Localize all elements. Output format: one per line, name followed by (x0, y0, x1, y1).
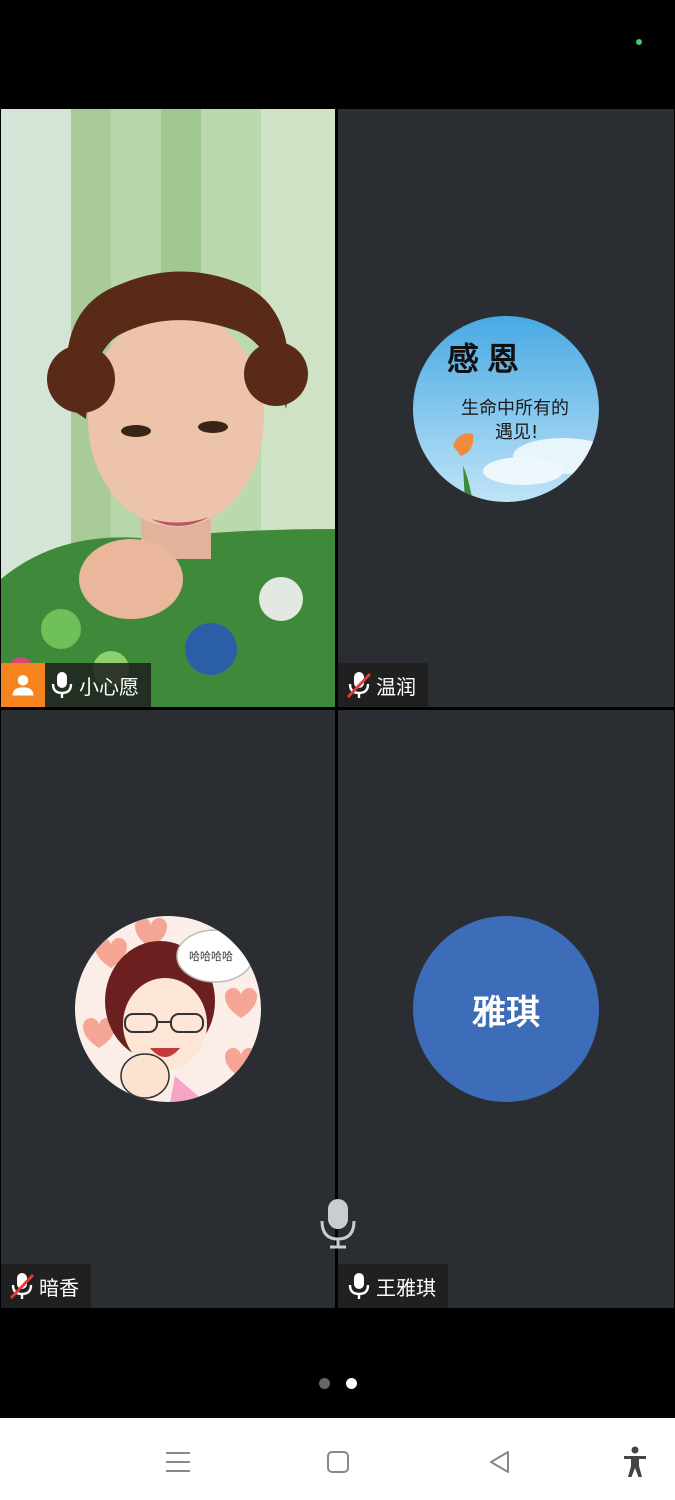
participant-label-3: 暗香 (1, 1264, 91, 1308)
video-grid: 小心愿 感恩 生命中所有的 遇见! 温润 哈哈哈哈 暗香 雅琪 王雅琪 (0, 108, 675, 1308)
mic-muted-icon (342, 663, 376, 707)
mic-on-icon (342, 1264, 376, 1308)
status-bar (0, 0, 675, 108)
page-dot-1[interactable] (318, 1378, 330, 1389)
participant-name: 暗香 (39, 1275, 79, 1300)
avatar-line1-text: 生命中所有的 (461, 398, 569, 419)
participant-video-feed (1, 109, 335, 707)
home-square-icon[interactable] (318, 1442, 358, 1482)
menu-icon[interactable] (158, 1442, 198, 1482)
system-navigation-bar (0, 1418, 675, 1500)
participant-avatar: 感恩 生命中所有的 遇见! (413, 316, 599, 502)
page-indicator (0, 1378, 675, 1390)
participant-initials-avatar: 雅琪 (413, 916, 599, 1102)
participant-name: 王雅琪 (376, 1275, 436, 1300)
participant-tile-3[interactable]: 哈哈哈哈 暗香 (1, 710, 335, 1308)
participant-tile-1[interactable]: 小心愿 (1, 109, 335, 707)
participant-avatar: 哈哈哈哈 (75, 916, 261, 1102)
back-triangle-icon[interactable] (480, 1442, 520, 1482)
accessibility-icon[interactable] (615, 1442, 655, 1482)
host-badge-icon (1, 663, 45, 707)
page-dot-2-active[interactable] (345, 1378, 357, 1389)
participant-label-1: 小心愿 (1, 663, 151, 707)
avatar-title-text: 感恩 (447, 340, 528, 378)
mic-muted-icon (5, 1264, 39, 1308)
participant-name: 小心愿 (79, 674, 139, 699)
avatar-line2-text: 遇见! (495, 422, 539, 443)
avatar-initials: 雅琪 (472, 992, 540, 1033)
participant-label-4: 王雅琪 (338, 1264, 448, 1308)
active-indicator-dot (636, 39, 642, 45)
participant-name: 温润 (376, 674, 416, 699)
floating-mic-button[interactable] (318, 1195, 358, 1255)
mic-on-icon (45, 663, 79, 707)
participant-label-2: 温润 (338, 663, 428, 707)
participant-tile-4[interactable]: 雅琪 王雅琪 (338, 710, 674, 1308)
avatar-speech-bubble-text: 哈哈哈哈 (189, 950, 233, 963)
participant-tile-2[interactable]: 感恩 生命中所有的 遇见! 温润 (338, 109, 674, 707)
